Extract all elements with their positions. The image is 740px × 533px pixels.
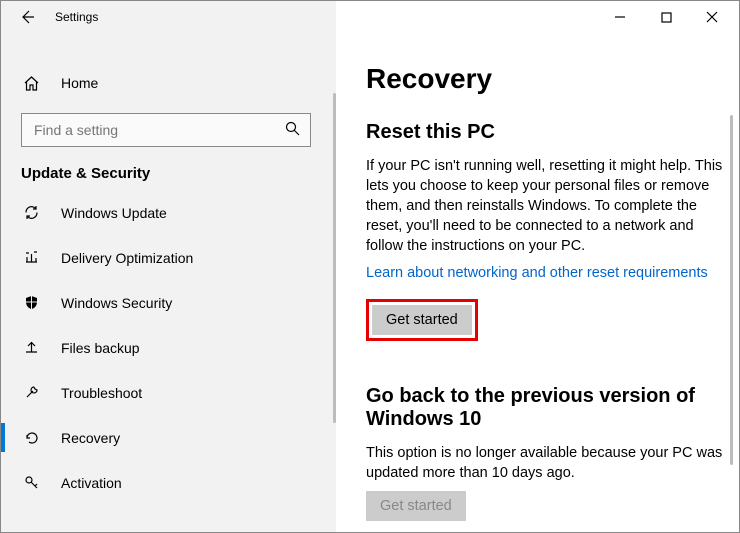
sidebar-item-files-backup[interactable]: Files backup — [1, 325, 336, 370]
titlebar: Settings — [1, 1, 739, 33]
sidebar-item-label: Windows Update — [61, 205, 167, 221]
home-label: Home — [61, 75, 98, 91]
sidebar-item-label: Recovery — [61, 430, 120, 446]
home-button[interactable]: Home — [1, 61, 336, 105]
sidebar-item-recovery[interactable]: Recovery — [1, 415, 336, 460]
goback-heading: Go back to the previous version of Windo… — [366, 385, 706, 431]
maximize-icon — [661, 12, 672, 23]
key-icon — [21, 474, 41, 491]
minimize-icon — [614, 11, 626, 23]
maximize-button[interactable] — [643, 1, 689, 33]
app-title: Settings — [55, 10, 98, 24]
close-icon — [706, 11, 718, 23]
sidebar: Home Update & Security Windows Update — [1, 33, 336, 532]
backup-icon — [21, 339, 41, 356]
sidebar-item-delivery-optimization[interactable]: Delivery Optimization — [1, 235, 336, 280]
content-scrollbar[interactable] — [730, 115, 733, 465]
sidebar-item-label: Troubleshoot — [61, 385, 142, 401]
goback-description: This option is no longer available becau… — [366, 443, 726, 483]
sidebar-item-label: Files backup — [61, 340, 140, 356]
sidebar-item-windows-security[interactable]: Windows Security — [1, 280, 336, 325]
back-button[interactable] — [5, 1, 49, 33]
sync-icon — [21, 204, 41, 221]
sidebar-item-label: Activation — [61, 475, 122, 491]
content-pane: Recovery Reset this PC If your PC isn't … — [336, 33, 739, 532]
settings-window: Settings Home — [0, 0, 740, 533]
minimize-button[interactable] — [597, 1, 643, 33]
sidebar-item-label: Windows Security — [61, 295, 172, 311]
highlight-box: Get started — [366, 299, 478, 341]
sidebar-item-windows-update[interactable]: Windows Update — [1, 190, 336, 235]
wrench-icon — [21, 384, 41, 401]
sidebar-item-activation[interactable]: Activation — [1, 460, 336, 505]
goback-get-started-button: Get started — [366, 491, 466, 521]
close-button[interactable] — [689, 1, 735, 33]
recovery-icon — [21, 429, 41, 446]
sidebar-item-label: Delivery Optimization — [61, 250, 193, 266]
search-input[interactable] — [32, 121, 272, 139]
reset-heading: Reset this PC — [366, 121, 739, 144]
search-box[interactable] — [21, 113, 311, 147]
home-icon — [21, 75, 41, 92]
delivery-icon — [21, 249, 41, 266]
shield-icon — [21, 294, 41, 311]
sidebar-item-troubleshoot[interactable]: Troubleshoot — [1, 370, 336, 415]
search-icon — [285, 121, 300, 139]
arrow-left-icon — [19, 9, 35, 25]
category-title: Update & Security — [1, 147, 336, 190]
reset-learn-link[interactable]: Learn about networking and other reset r… — [366, 265, 708, 281]
reset-get-started-button[interactable]: Get started — [372, 305, 472, 335]
page-title: Recovery — [366, 63, 739, 95]
reset-description: If your PC isn't running well, resetting… — [366, 156, 726, 256]
